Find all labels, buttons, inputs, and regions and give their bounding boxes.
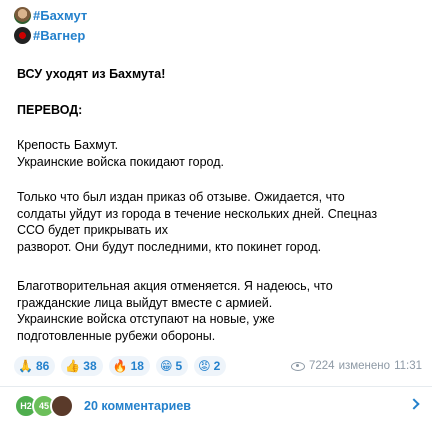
paragraph-2: Только что был издан приказ об отзыве. О… [17,189,422,255]
paragraph-line: ССО будет прикрывать их [17,223,168,237]
channel-post: #Бахмут #Вагнер ВСУ уходят из Бахмута! П… [0,0,432,424]
grin-icon: 😁 [159,359,173,373]
reaction-pray[interactable]: 🙏 86 [14,356,56,376]
reaction-thumbs-up[interactable]: 👍 38 [61,356,103,376]
edited-label: изменено [338,360,391,372]
view-count: 7224 [308,360,335,372]
fire-icon: 🔥 [112,359,128,373]
paragraph-line: солдаты уйдут из города в течение нескол… [17,206,378,221]
paragraph-3: Благотворительная акция отменяется. Я на… [17,278,422,344]
paragraph-line: Только что был издан приказ об отзыве. О… [17,190,345,204]
commenter-avatars: H2 45 [14,393,78,418]
post-time: 11:31 [394,360,422,372]
reaction-grin[interactable]: 😁 5 [155,356,189,376]
chevron-right-icon [408,398,420,410]
paragraph-line: разворот. Они будут последними, кто поки… [17,239,322,254]
reaction-count: 5 [175,359,183,373]
hashtag-row-bakhmut: #Бахмут [14,6,87,24]
translation-header: ПЕРЕВОД: [17,103,83,117]
reaction-fire[interactable]: 🔥 18 [108,356,150,376]
hashtag-row-wagner: #Вагнер [14,26,85,44]
paragraph-line: Благотворительная акция отменяется. Я на… [17,279,333,293]
paragraph-1: Крепость Бахмут. Украинские войска покид… [17,137,422,170]
angry-icon: 😡 [198,359,211,373]
reaction-count: 86 [35,359,50,373]
eye-icon [290,361,305,371]
paragraph-line: гражданские лица выйдут вместе с армией. [17,295,273,310]
pray-icon: 🙏 [18,359,33,373]
reactions-bar: 🙏 86 👍 38 🔥 18 😁 5 😡 2 [14,356,227,376]
thumbs-up-icon: 👍 [65,359,81,373]
paragraph-line: Крепость Бахмут. [17,138,119,152]
bakhmut-emoji-icon [14,6,31,24]
paragraph-line: Украинские войска отступают на новые, уж… [17,312,275,326]
wagner-emoji-icon [14,26,31,44]
post-title: ВСУ уходят из Бахмута! [17,67,166,81]
paragraph-line: подготовленные рубежи обороны. [17,328,216,343]
paragraph-line: Украинские войска покидают город. [17,154,224,169]
avatar [50,393,74,418]
reaction-count: 2 [213,359,221,373]
reaction-angry[interactable]: 😡 2 [194,356,227,376]
hashtag-bakhmut[interactable]: #Бахмут [33,8,87,23]
comments-label: 20 комментариев [84,398,191,413]
reaction-count: 38 [83,359,97,373]
post-meta: 7224 изменено 11:31 [290,360,422,372]
reaction-count: 18 [130,359,144,373]
comments-button[interactable]: H2 45 20 комментариев [0,387,432,424]
hashtag-wagner[interactable]: #Вагнер [33,28,85,43]
